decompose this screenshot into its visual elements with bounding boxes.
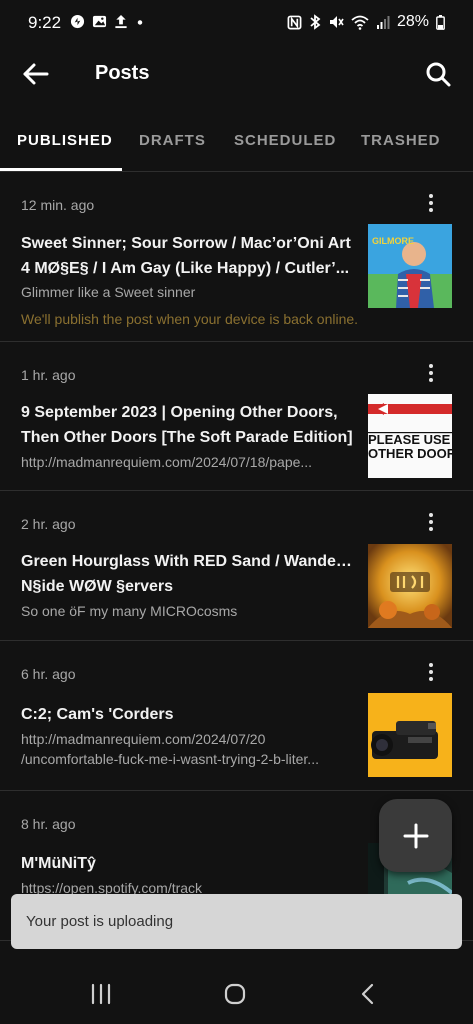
status-time: 9:22	[28, 13, 62, 32]
post-more-menu[interactable]	[419, 191, 443, 215]
svg-text:PLEASE USE: PLEASE USE	[368, 432, 451, 447]
post-title: Sweet Sinner; Sour Sorrow / Mac’or’Oni A…	[21, 235, 351, 277]
back-icon	[361, 983, 374, 1005]
post-title: M'MüNiTŷ	[21, 855, 96, 872]
post-more-menu[interactable]	[419, 361, 443, 385]
tab-scheduled[interactable]: SCHEDULED	[234, 132, 336, 149]
post-time: 12 min. ago	[21, 197, 95, 213]
post-thumbnail: PLEASE USE OTHER DOOR	[368, 394, 452, 478]
dot-icon	[135, 14, 145, 29]
post-more-menu[interactable]	[419, 660, 443, 684]
post-excerpt: So one öF my many MICROcosms	[21, 603, 238, 619]
page-title: Posts	[95, 62, 150, 84]
post-excerpt: Glimmer like a Sweet sinner	[21, 284, 196, 300]
post-time: 8 hr. ago	[21, 816, 76, 832]
new-post-button[interactable]	[379, 799, 452, 872]
post-time: 6 hr. ago	[21, 666, 76, 682]
tab-drafts[interactable]: DRAFTS	[139, 132, 206, 149]
snackbar-text: Your post is uploading	[26, 913, 174, 930]
threads-icon	[70, 14, 85, 29]
bluetooth-icon	[309, 14, 321, 30]
post-item[interactable]: 2 hr. ago Green Hourglass With RED Sand …	[0, 491, 473, 641]
home-icon	[224, 983, 246, 1005]
search-button[interactable]	[421, 58, 455, 90]
post-more-menu[interactable]	[419, 510, 443, 534]
post-title: C:2; Cam's 'Corders	[21, 706, 174, 723]
mute-icon	[328, 14, 344, 30]
tab-trashed[interactable]: TRASHED	[361, 132, 441, 149]
svg-text:OTHER DOOR: OTHER DOOR	[368, 446, 452, 461]
home-button[interactable]	[220, 980, 250, 1008]
post-item[interactable]: 12 min. ago Sweet Sinner; Sour Sorrow / …	[0, 173, 473, 342]
app-bar: Posts	[0, 46, 473, 102]
gallery-icon	[92, 14, 107, 29]
signal-icon	[376, 15, 390, 29]
arrow-left-icon	[23, 63, 49, 85]
wifi-icon	[351, 15, 369, 30]
battery-percent: 28%	[396, 13, 429, 30]
recents-button[interactable]	[86, 980, 116, 1008]
post-title: Green Hourglass With RED Sand / Wander'И…	[21, 553, 355, 595]
post-thumbnail	[368, 693, 452, 777]
post-title: 9 September 2023 | Opening Other Doors, …	[21, 404, 353, 446]
search-icon	[426, 62, 451, 87]
plus-icon	[403, 823, 428, 848]
tab-bar: PUBLISHED DRAFTS SCHEDULED TRASHED	[0, 118, 473, 172]
tab-published[interactable]: PUBLISHED	[17, 132, 113, 149]
nfc-icon	[287, 15, 302, 30]
post-time: 1 hr. ago	[21, 367, 76, 383]
tab-indicator	[0, 168, 122, 171]
post-time: 2 hr. ago	[21, 516, 76, 532]
system-back-button[interactable]	[353, 980, 383, 1008]
battery-icon	[436, 14, 445, 30]
svg-text:GILMORE: GILMORE	[372, 236, 414, 246]
post-thumbnail: GILMORE	[368, 224, 452, 308]
offline-warning: We'll publish the post when your device …	[21, 311, 359, 327]
status-bar: 9:22 28%	[0, 0, 473, 46]
post-item[interactable]: 1 hr. ago 9 September 2023 | Opening Oth…	[0, 342, 473, 491]
post-thumbnail	[368, 544, 452, 628]
upload-icon	[114, 14, 128, 29]
recents-icon	[91, 983, 111, 1005]
back-button[interactable]	[20, 58, 54, 90]
post-item[interactable]: 6 hr. ago C:2; Cam's 'Corders http://mad…	[0, 641, 473, 791]
post-excerpt: http://madmanrequiem.com/2024/07/18/pape…	[21, 454, 313, 470]
system-nav-bar	[0, 960, 473, 1024]
upload-snackbar: Your post is uploading	[11, 894, 462, 949]
post-excerpt: http://madmanrequiem.com/2024/07/20 /unc…	[21, 731, 319, 767]
